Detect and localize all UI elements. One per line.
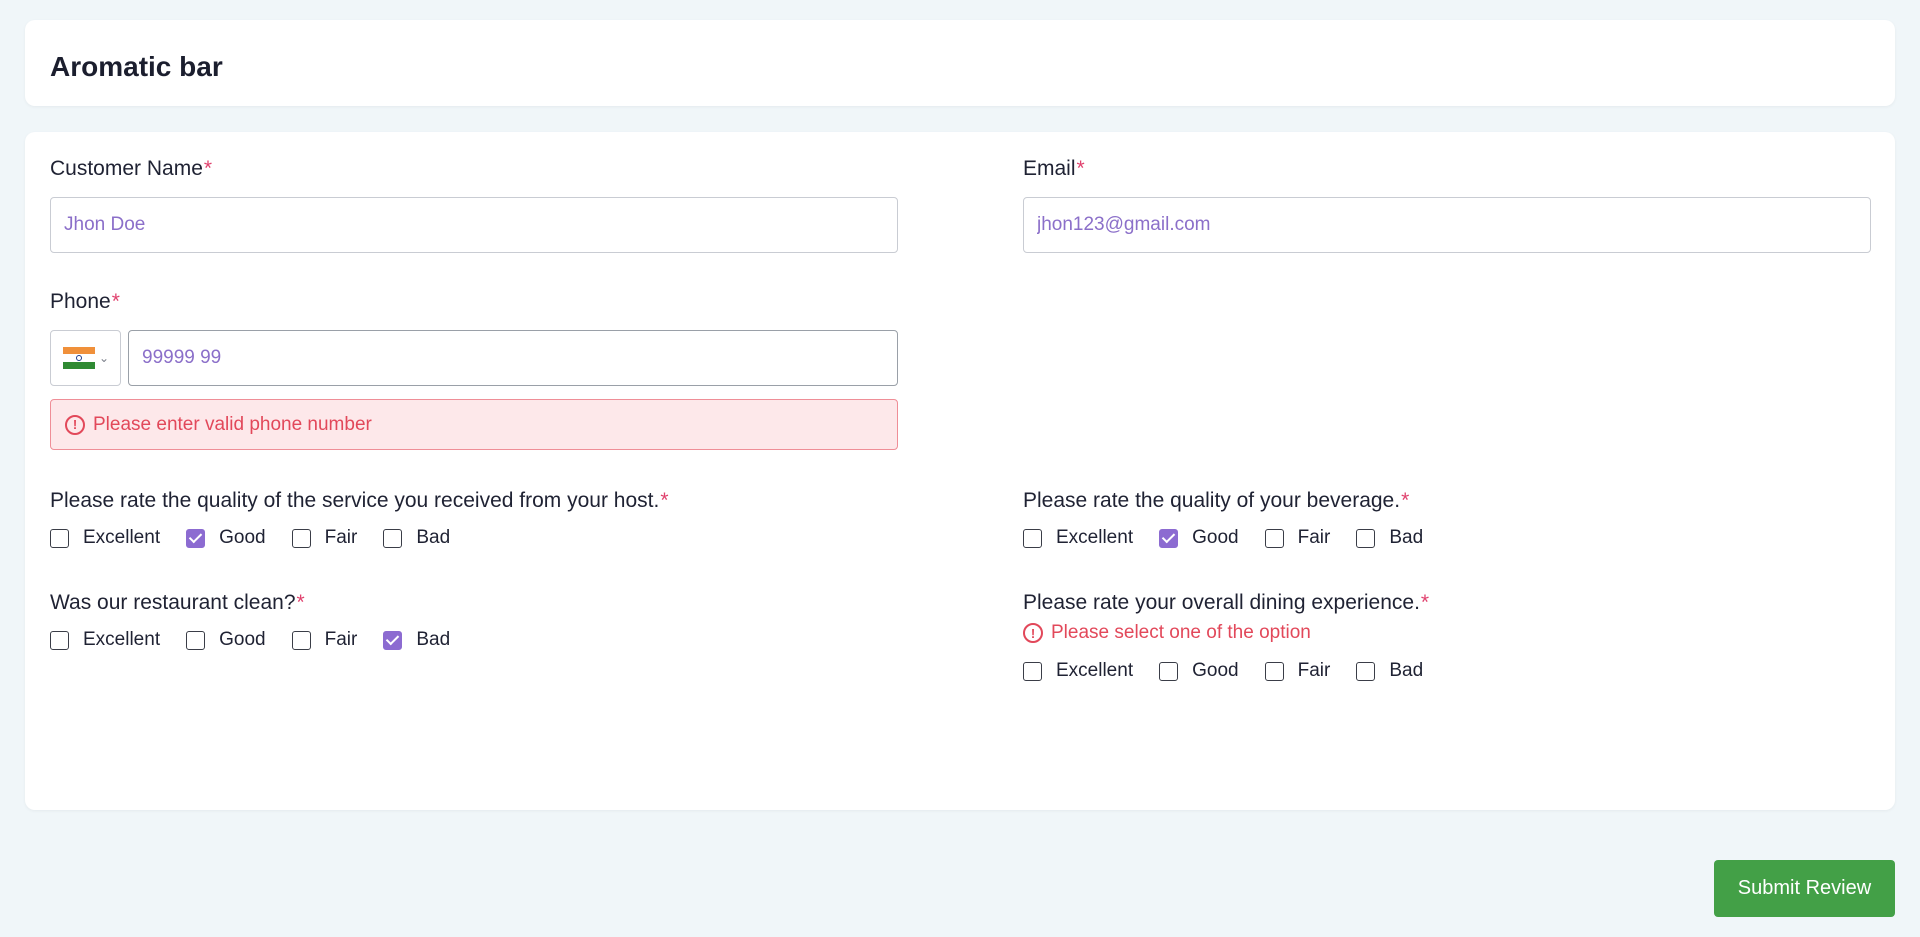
checkbox[interactable] [291, 630, 311, 650]
question-overall-experience-options: Excellent Good Fair Bad [1023, 660, 1449, 682]
option-excellent[interactable]: Excellent [1023, 660, 1133, 682]
required-mark: * [660, 489, 669, 512]
page-title: Aromatic bar [50, 51, 223, 82]
email-label: Email* [1023, 157, 1085, 180]
overall-experience-error-text: Please select one of the option [1051, 622, 1311, 643]
review-form: Customer Name* Email* Phone* ⌄ ! Please … [25, 132, 1895, 810]
question-beverage-label: Please rate the quality of your beverage… [1023, 489, 1410, 512]
submit-review-button[interactable]: Submit Review [1714, 860, 1895, 917]
option-fair[interactable]: Fair [291, 527, 357, 549]
option-bad[interactable]: Bad [1356, 527, 1423, 549]
phone-label: Phone* [50, 290, 120, 313]
checkbox[interactable] [383, 528, 403, 548]
india-flag-icon [63, 347, 95, 369]
checkbox[interactable] [1356, 528, 1376, 548]
phone-error-text: Please enter valid phone number [93, 413, 372, 435]
option-excellent[interactable]: Excellent [50, 527, 160, 549]
option-good[interactable]: Good [1159, 660, 1239, 682]
option-bad[interactable]: Bad [383, 629, 450, 651]
option-fair[interactable]: Fair [1264, 527, 1330, 549]
checkbox[interactable] [1023, 661, 1042, 681]
option-good[interactable]: Good [1159, 527, 1239, 549]
question-beverage-options: Excellent Good Fair Bad [1023, 527, 1449, 549]
option-fair[interactable]: Fair [291, 629, 357, 651]
option-bad[interactable]: Bad [1356, 660, 1423, 682]
required-mark: * [296, 591, 305, 614]
option-good[interactable]: Good [186, 527, 266, 549]
checkbox-checked[interactable] [383, 630, 403, 650]
customer-name-label: Customer Name* [50, 157, 213, 180]
phone-input[interactable] [128, 330, 898, 386]
checkbox[interactable] [50, 630, 69, 650]
required-mark: * [1401, 489, 1410, 512]
question-cleanliness-label: Was our restaurant clean?* [50, 591, 305, 614]
customer-name-input[interactable] [50, 197, 898, 253]
question-host-service-label: Please rate the quality of the service y… [50, 489, 669, 512]
checkbox-checked[interactable] [1159, 528, 1179, 548]
checkbox[interactable] [291, 528, 311, 548]
required-mark: * [203, 157, 213, 180]
alert-circle-icon: ! [1023, 623, 1043, 643]
required-mark: * [111, 290, 120, 313]
option-good[interactable]: Good [186, 629, 266, 651]
option-excellent[interactable]: Excellent [1023, 527, 1133, 549]
option-excellent[interactable]: Excellent [50, 629, 160, 651]
option-fair[interactable]: Fair [1264, 660, 1330, 682]
checkbox[interactable] [1356, 661, 1376, 681]
question-host-service-options: Excellent Good Fair Bad [50, 527, 476, 549]
checkbox[interactable] [1264, 528, 1284, 548]
option-bad[interactable]: Bad [383, 527, 450, 549]
checkbox[interactable] [1023, 528, 1042, 548]
question-cleanliness-options: Excellent Good Fair Bad [50, 629, 476, 651]
checkbox[interactable] [186, 630, 206, 650]
checkbox[interactable] [1159, 661, 1179, 681]
overall-experience-error: ! Please select one of the option [1023, 622, 1311, 644]
checkbox[interactable] [50, 528, 69, 548]
header-card: Aromatic bar [25, 20, 1895, 106]
country-code-select[interactable]: ⌄ [50, 330, 121, 386]
alert-circle-icon: ! [65, 414, 85, 435]
checkbox-checked[interactable] [186, 528, 206, 548]
chevron-down-icon: ⌄ [99, 351, 110, 365]
email-input[interactable] [1023, 197, 1871, 253]
question-overall-experience-label: Please rate your overall dining experien… [1023, 591, 1430, 614]
required-mark: * [1076, 157, 1085, 180]
checkbox[interactable] [1264, 661, 1284, 681]
phone-error-message: ! Please enter valid phone number [50, 399, 898, 450]
required-mark: * [1420, 591, 1430, 614]
